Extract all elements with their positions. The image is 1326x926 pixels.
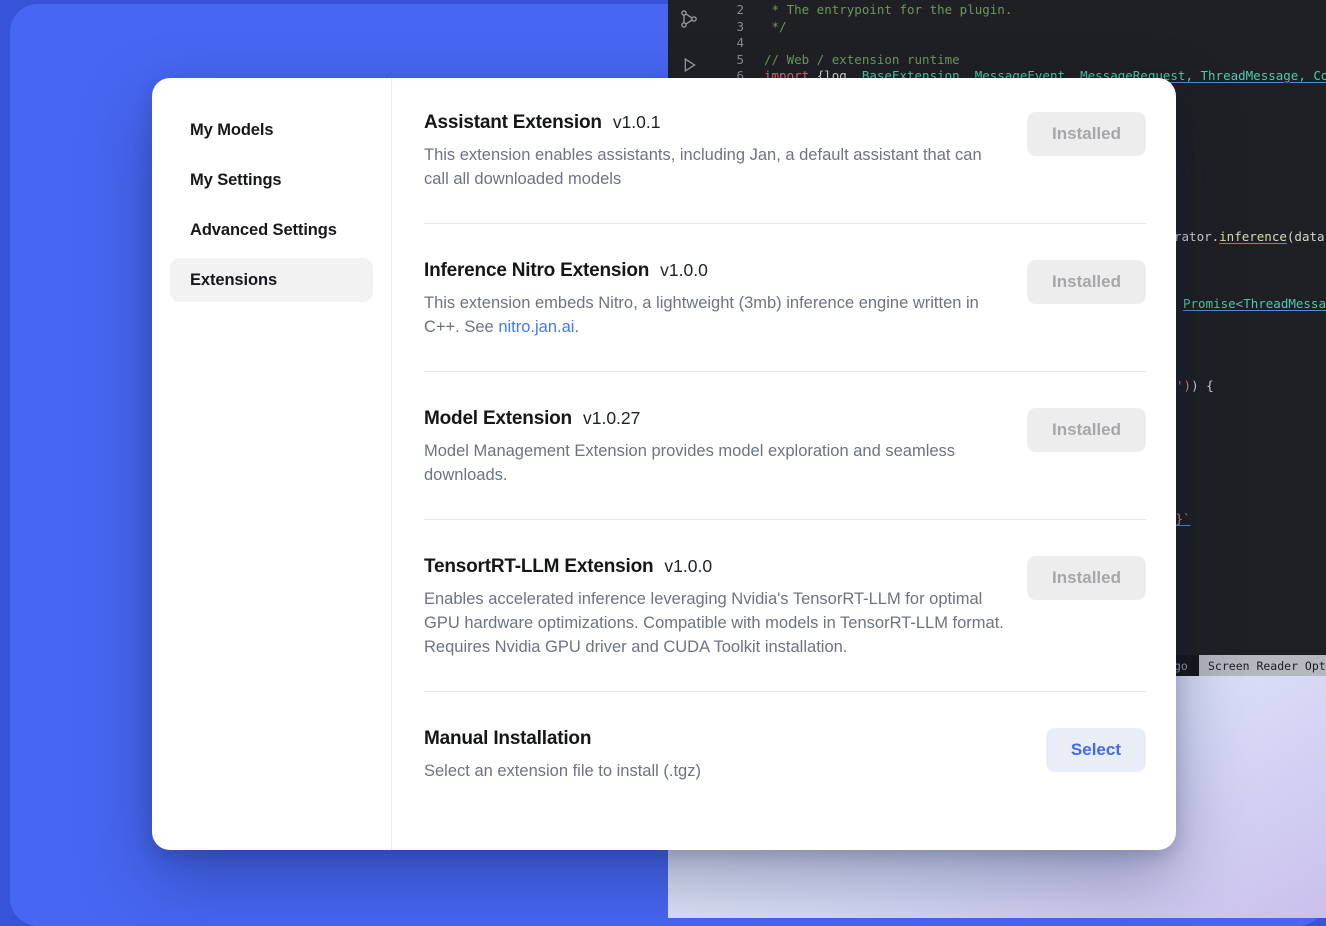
extension-description: Model Management Extension provides mode… xyxy=(424,439,1006,487)
extension-description: This extension enables assistants, inclu… xyxy=(424,143,1006,191)
settings-modal: My Models My Settings Advanced Settings … xyxy=(152,78,1176,850)
code-fragment: rator.inference(data)); xyxy=(1174,229,1326,245)
settings-sidebar: My Models My Settings Advanced Settings … xyxy=(152,78,392,850)
code-fragment: ')) { xyxy=(1176,378,1214,394)
manual-installation-title: Manual Installation xyxy=(424,728,591,750)
code-line: 4 xyxy=(726,35,1326,52)
extension-version: v1.0.27 xyxy=(583,408,640,429)
status-text: go xyxy=(1174,659,1188,673)
extensions-list: Assistant Extension v1.0.1 This extensio… xyxy=(392,78,1176,850)
extension-version: v1.0.0 xyxy=(660,260,708,281)
extension-row-model: Model Extension v1.0.27 Model Management… xyxy=(424,372,1146,520)
sidebar-item-my-settings[interactable]: My Settings xyxy=(170,158,373,202)
extension-version: v1.0.0 xyxy=(664,556,712,577)
select-button[interactable]: Select xyxy=(1046,728,1146,772)
source-control-icon[interactable] xyxy=(678,8,700,30)
extension-title: TensortRT-LLM Extension xyxy=(424,556,653,578)
code-line: 5 // Web / extension runtime xyxy=(726,52,1326,69)
line-number: 4 xyxy=(726,35,744,52)
extension-row-tensorrt: TensortRT-LLM Extension v1.0.0 Enables a… xyxy=(424,520,1146,692)
manual-installation-description: Select an extension file to install (.tg… xyxy=(424,759,701,783)
screen-reader-status-badge[interactable]: Screen Reader Optimized xyxy=(1199,655,1326,676)
line-number: 3 xyxy=(726,19,744,36)
extension-title: Inference Nitro Extension xyxy=(424,260,649,282)
editor-activity-bar xyxy=(678,8,700,76)
code-line: 3 */ xyxy=(726,19,1326,36)
extension-version: v1.0.1 xyxy=(613,112,661,133)
extension-row-nitro: Inference Nitro Extension v1.0.0 This ex… xyxy=(424,224,1146,372)
sidebar-item-my-models[interactable]: My Models xyxy=(170,108,373,152)
installed-button[interactable]: Installed xyxy=(1027,408,1146,452)
sidebar-item-advanced-settings[interactable]: Advanced Settings xyxy=(170,208,373,252)
line-number: 2 xyxy=(726,2,744,19)
code-fragment: Promise<ThreadMessage> xyxy=(1183,296,1326,312)
extension-description: This extension embeds Nitro, a lightweig… xyxy=(424,291,1006,339)
screen: 2 * The entrypoint for the plugin. 3 */ … xyxy=(0,0,1326,926)
sidebar-item-extensions[interactable]: Extensions xyxy=(170,258,373,302)
installed-button[interactable]: Installed xyxy=(1027,260,1146,304)
code-area: 2 * The entrypoint for the plugin. 3 */ … xyxy=(726,2,1326,85)
extension-row-assistant: Assistant Extension v1.0.1 This extensio… xyxy=(424,112,1146,224)
installed-button[interactable]: Installed xyxy=(1027,112,1146,156)
extension-description: Enables accelerated inference leveraging… xyxy=(424,587,1006,659)
nitro-jan-ai-link[interactable]: nitro.jan.ai xyxy=(498,318,574,336)
installed-button[interactable]: Installed xyxy=(1027,556,1146,600)
extension-title: Assistant Extension xyxy=(424,112,602,134)
code-line: 2 * The entrypoint for the plugin. xyxy=(726,2,1326,19)
run-debug-icon[interactable] xyxy=(678,54,700,76)
manual-installation-row: Manual Installation Select an extension … xyxy=(424,692,1146,815)
line-number: 5 xyxy=(726,52,744,69)
extension-title: Model Extension xyxy=(424,408,572,430)
